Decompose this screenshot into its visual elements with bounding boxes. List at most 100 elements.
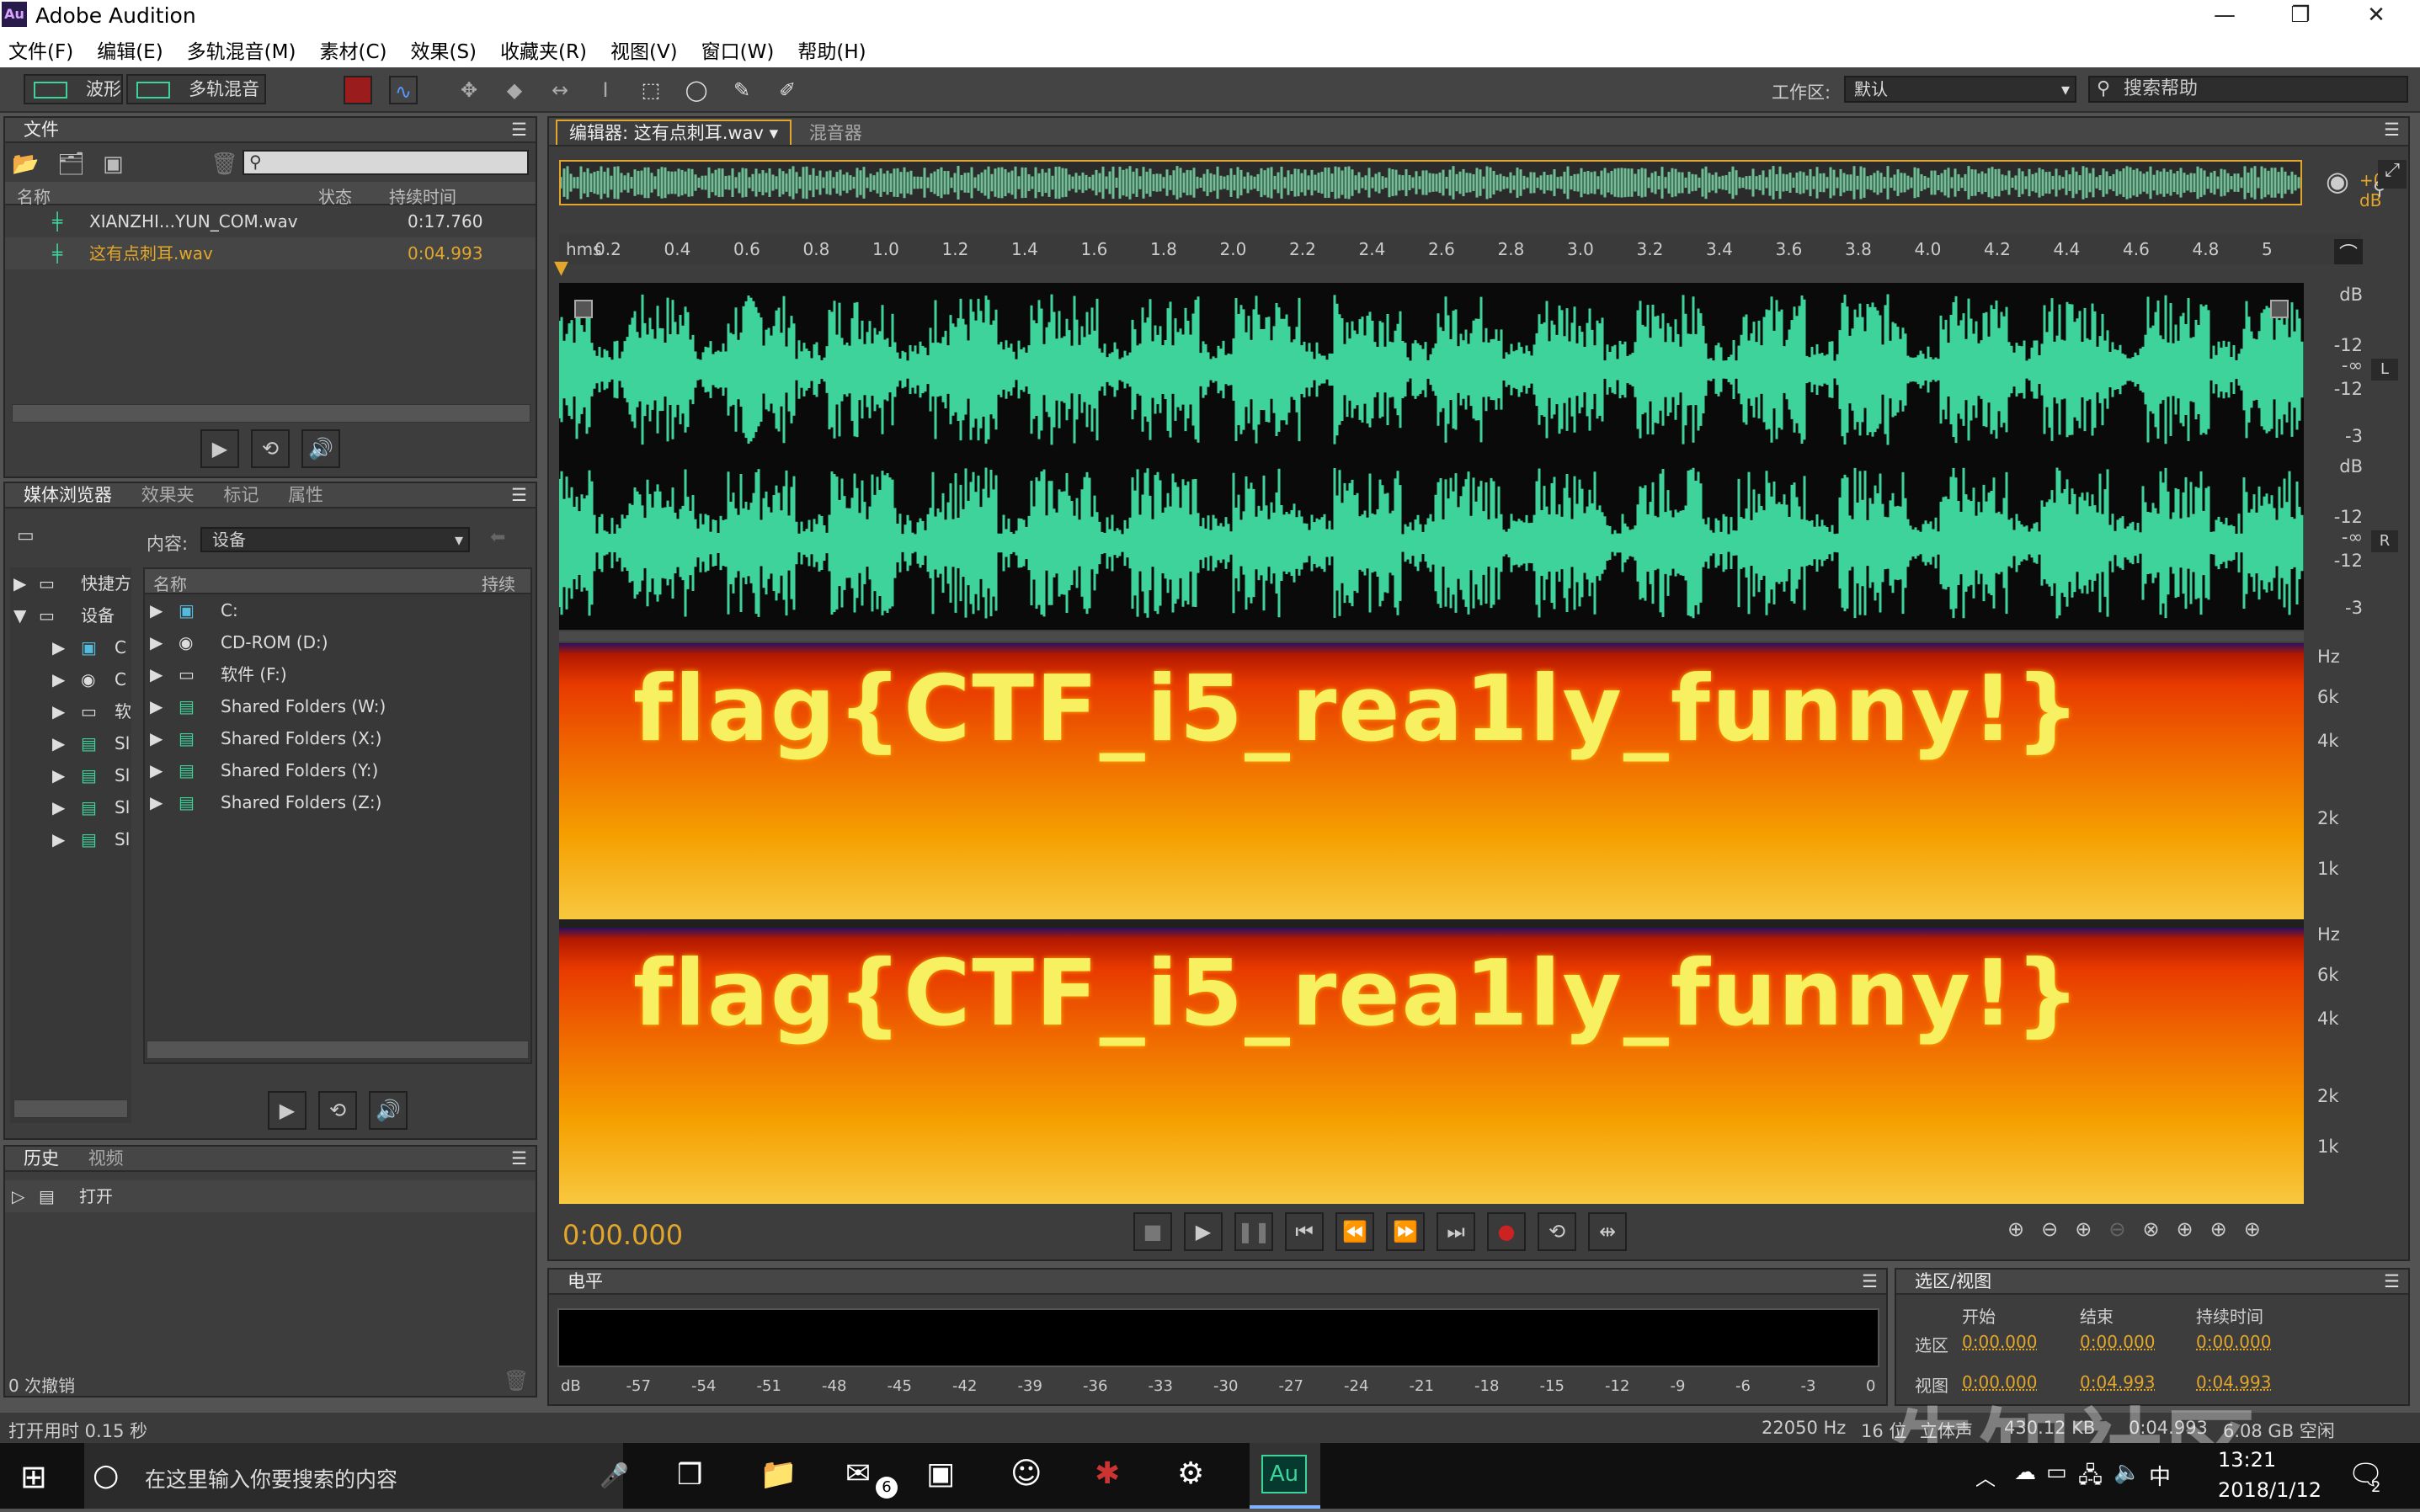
- media-item[interactable]: ▶ ▤ Shared Folders (Y:): [145, 754, 530, 786]
- import-icon[interactable]: 🗂: [57, 152, 85, 177]
- tool-app-icon[interactable]: ⚙: [1177, 1456, 1204, 1491]
- menu-window[interactable]: 窗口(W): [701, 35, 775, 64]
- brush-tool-icon[interactable]: ✎: [728, 76, 756, 104]
- cloud-icon[interactable]: ☁: [2014, 1460, 2036, 1485]
- panel-menu-icon[interactable]: ☰: [511, 118, 527, 141]
- back-arrow-icon[interactable]: ⬅: [490, 527, 505, 548]
- spectral-pitch-icon[interactable]: ∿: [389, 76, 418, 104]
- autoplay-icon[interactable]: 🔊: [301, 429, 340, 468]
- media-scrollbar[interactable]: [147, 1041, 529, 1059]
- tree-scrollbar[interactable]: [13, 1099, 128, 1118]
- chevron-up-icon[interactable]: ︿: [1975, 1461, 1996, 1491]
- menu-file[interactable]: 文件(F): [8, 35, 73, 64]
- task-view-icon[interactable]: ❒: [677, 1458, 702, 1492]
- play-icon[interactable]: ▶: [200, 429, 239, 468]
- taskbar-search[interactable]: ○ 在这里输入你要搜索的内容 🎤: [84, 1443, 629, 1509]
- selection-start[interactable]: 0:00.000: [1962, 1332, 2037, 1352]
- panel-menu-icon[interactable]: ☰: [1862, 1270, 1878, 1293]
- headphones-icon[interactable]: ⌒: [2334, 239, 2363, 265]
- trash-icon[interactable]: 🗑: [211, 152, 238, 177]
- tab-video[interactable]: 视频: [77, 1147, 136, 1170]
- expand-icon[interactable]: ⤢: [2378, 160, 2407, 189]
- move-tool-icon[interactable]: ✥: [455, 76, 483, 104]
- tab-levels[interactable]: 电平: [556, 1270, 615, 1293]
- tab-mixer[interactable]: 混音器: [797, 121, 874, 145]
- audition-taskbar-button[interactable]: Au: [1250, 1443, 1320, 1509]
- tab-effects-rack[interactable]: 效果夹: [130, 483, 206, 507]
- save-icon[interactable]: ▣: [103, 152, 124, 177]
- menu-help[interactable]: 帮助(H): [797, 35, 866, 64]
- tab-history[interactable]: 历史: [12, 1147, 71, 1170]
- menu-effects[interactable]: 效果(S): [410, 35, 477, 64]
- zoom-full-icon[interactable]: ⊗: [2142, 1217, 2159, 1241]
- lasso-tool-icon[interactable]: ◯: [682, 76, 711, 104]
- microphone-icon[interactable]: 🎤: [600, 1461, 629, 1489]
- rewind-icon[interactable]: ⏪: [1335, 1212, 1374, 1251]
- loop-icon[interactable]: ⟲: [1538, 1212, 1576, 1251]
- media-item[interactable]: ▶ ◉ CD-ROM (D:): [145, 626, 530, 658]
- overview-bar[interactable]: [559, 160, 2302, 205]
- channel-left-button[interactable]: L: [2371, 359, 2398, 381]
- spot-healing-icon[interactable]: ✐: [773, 76, 802, 104]
- current-time-display[interactable]: 0:00.000: [562, 1219, 683, 1251]
- tree-item-devices[interactable]: ▼ ▭ 设备: [10, 599, 131, 631]
- tab-media-browser[interactable]: 媒体浏览器: [12, 483, 124, 507]
- close-button[interactable]: ✕: [2341, 0, 2412, 32]
- zoom-selection-icon[interactable]: ⊕: [2244, 1217, 2261, 1241]
- waveform-view[interactable]: [557, 283, 2304, 630]
- file-row[interactable]: ╪ XIANZHI...YUN_COM.wav 0:17.760: [5, 205, 536, 237]
- files-search-input[interactable]: ⚲: [243, 150, 529, 175]
- skip-back-icon[interactable]: ⏮: [1285, 1212, 1324, 1251]
- zoom-in-time-icon[interactable]: ⊕: [2075, 1217, 2092, 1241]
- drive-icon[interactable]: ▭: [17, 525, 35, 546]
- volume-icon[interactable]: 🔈: [2114, 1460, 2140, 1485]
- ime-indicator[interactable]: 中: [2149, 1460, 2171, 1491]
- tree-item-shortcuts[interactable]: ▶ ▭ 快捷方: [10, 567, 131, 599]
- maximize-button[interactable]: ❐: [2265, 0, 2336, 32]
- menu-edit[interactable]: 编辑(E): [97, 35, 163, 64]
- zoom-in-left-icon[interactable]: ⊕: [2177, 1217, 2193, 1241]
- volume-knob-icon[interactable]: ◉: [2326, 165, 2349, 197]
- playhead-marker-icon[interactable]: ▼: [554, 258, 568, 279]
- zoom-in-amplitude-icon[interactable]: ⊕: [2007, 1217, 2024, 1241]
- menu-clip[interactable]: 素材(C): [319, 35, 386, 64]
- loop-icon[interactable]: ⟲: [251, 429, 290, 468]
- channel-toggle-icon[interactable]: [574, 300, 593, 318]
- view-divider[interactable]: [559, 631, 2304, 642]
- battery-icon[interactable]: ▭: [2046, 1460, 2067, 1485]
- razor-tool-icon[interactable]: ◆: [500, 76, 529, 104]
- media-item[interactable]: ▶ ▣ C:: [145, 594, 530, 626]
- zoom-out-amplitude-icon[interactable]: ⊖: [2041, 1217, 2058, 1241]
- menu-favorites[interactable]: 收藏夹(R): [500, 35, 587, 64]
- tab-files[interactable]: 文件: [12, 118, 71, 141]
- selection-end[interactable]: 0:00.000: [2080, 1332, 2155, 1352]
- spectrogram-left[interactable]: flag{CTF_i5_rea1ly_funny!}: [559, 643, 2304, 919]
- autoplay-icon[interactable]: 🔊: [369, 1091, 408, 1130]
- time-ruler[interactable]: hms 0.2 0.4 0.6 0.8 1.0 1.2 1.4 1.6 1.8 2.0 2.2 2.4…: [559, 234, 2361, 264]
- media-item[interactable]: ▶ ▤ Shared Folders (W:): [145, 690, 530, 722]
- multitrack-button[interactable]: 多轨混音: [126, 74, 266, 104]
- tab-properties[interactable]: 属性: [276, 483, 335, 507]
- trash-icon[interactable]: 🗑: [504, 1369, 529, 1392]
- tab-editor[interactable]: 编辑器: 这有点刺耳.wav ▾: [556, 120, 792, 145]
- workspace-select[interactable]: 默认 ▾: [1844, 76, 2076, 103]
- zoom-in-right-icon[interactable]: ⊕: [2210, 1217, 2227, 1241]
- spectral-frequency-icon[interactable]: [344, 76, 372, 104]
- waveform-button[interactable]: 波形: [24, 74, 123, 104]
- fast-forward-icon[interactable]: ⏩: [1386, 1212, 1425, 1251]
- panel-menu-icon[interactable]: ☰: [2384, 1270, 2400, 1293]
- menu-view[interactable]: 视图(V): [610, 35, 678, 64]
- media-item[interactable]: ▶ ▭ 软件 (F:): [145, 658, 530, 690]
- tree-sub-item[interactable]: ▶ ◉ C: [10, 663, 131, 695]
- media-item[interactable]: ▶ ▤ Shared Folders (X:): [145, 722, 530, 754]
- menu-multitrack[interactable]: 多轨混音(M): [187, 35, 296, 64]
- selection-duration[interactable]: 0:00.000: [2196, 1332, 2271, 1352]
- media-item[interactable]: ▶ ▤ Shared Folders (Z:): [145, 786, 530, 818]
- history-item[interactable]: ▷ ▤ 打开: [5, 1180, 536, 1212]
- panel-menu-icon[interactable]: ☰: [511, 1147, 527, 1170]
- tree-sub-item[interactable]: ▶ ▤ Sl: [10, 727, 131, 759]
- zoom-out-time-icon[interactable]: ⊖: [2108, 1217, 2125, 1241]
- tree-sub-item[interactable]: ▶ ▤ Sl: [10, 791, 131, 823]
- file-explorer-icon[interactable]: 📁: [760, 1456, 797, 1492]
- app-window-icon[interactable]: ▣: [926, 1456, 955, 1491]
